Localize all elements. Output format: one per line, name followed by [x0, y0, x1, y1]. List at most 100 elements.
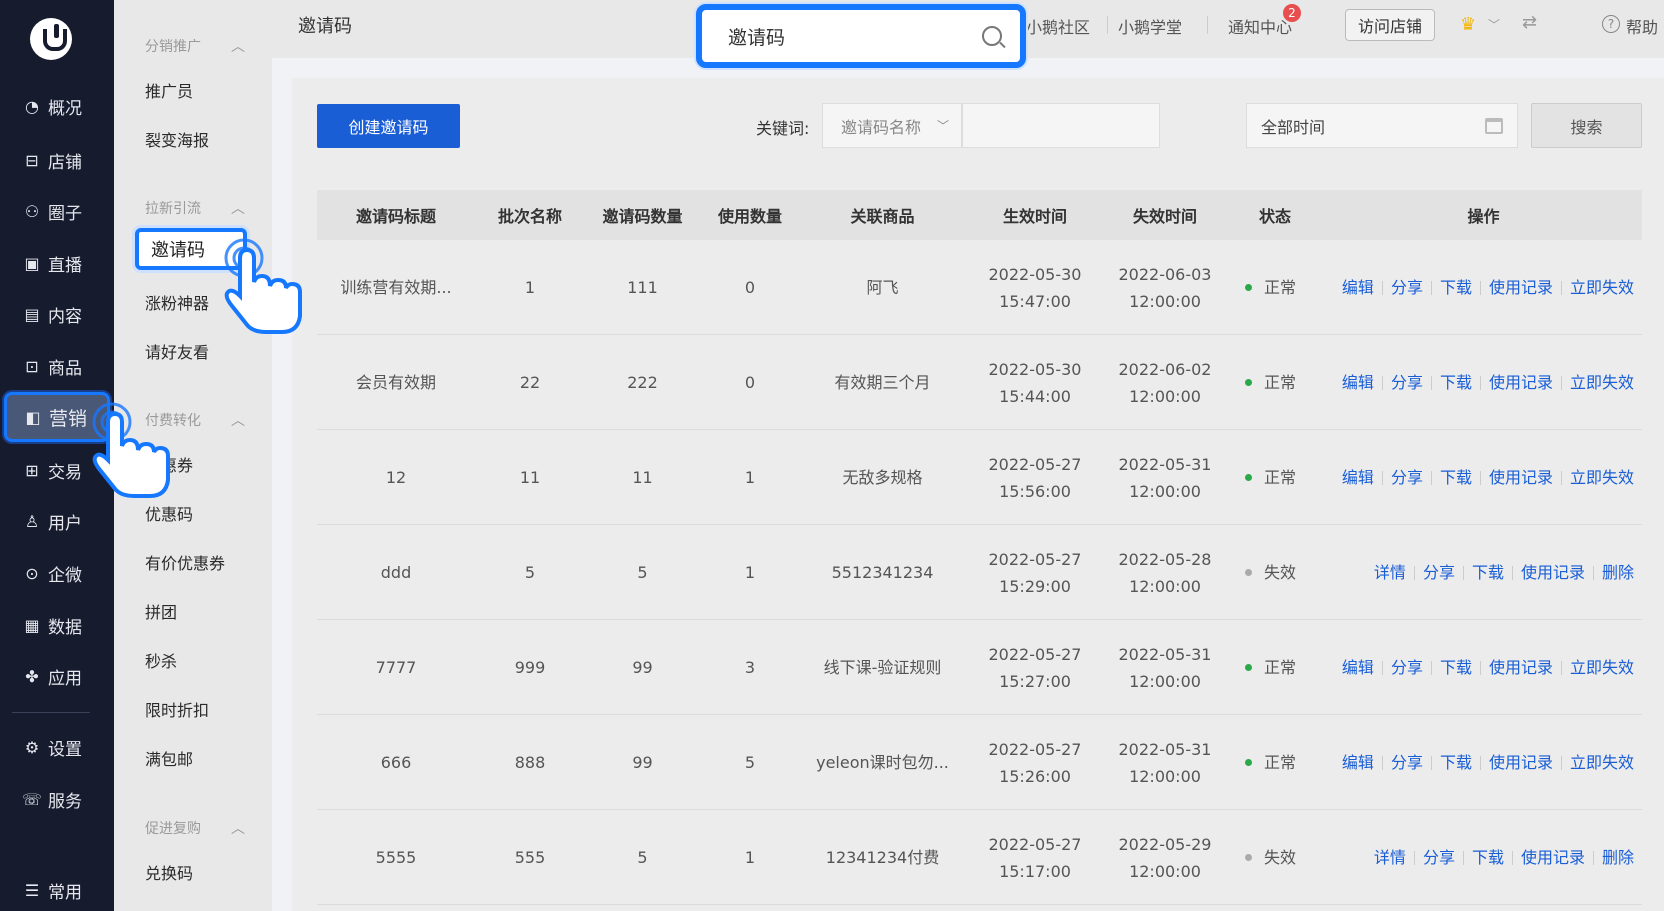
create-invite-code-button[interactable]: 创建邀请码 [317, 104, 460, 148]
row-action-link[interactable]: 编辑 [1342, 274, 1374, 301]
nav-item-store[interactable]: ⊟ 店铺 [0, 140, 114, 180]
row-action-link[interactable]: 使用记录 [1489, 464, 1553, 491]
row-action-link[interactable]: 立即失效 [1570, 464, 1634, 491]
nav-item-wecom[interactable]: ⊙ 企微 [0, 553, 114, 593]
row-action-link[interactable]: 删除 [1602, 559, 1634, 586]
subnav-item-promoter[interactable]: 推广员 [145, 78, 193, 102]
nav-item-overview[interactable]: ◔ 概况 [0, 86, 114, 126]
row-action-link[interactable]: 使用记录 [1489, 274, 1553, 301]
row-action-link[interactable]: 编辑 [1342, 654, 1374, 681]
search-icon[interactable] [982, 26, 1002, 46]
row-action-link[interactable]: 下载 [1440, 274, 1472, 301]
row-action-link[interactable]: 下载 [1472, 844, 1504, 871]
subnav-item-poster[interactable]: 裂变海报 [145, 127, 209, 151]
row-action-link[interactable]: 下载 [1440, 464, 1472, 491]
row-action-link[interactable]: 分享 [1391, 369, 1423, 396]
help-icon[interactable]: ? [1602, 15, 1620, 33]
row-action-link[interactable]: 下载 [1440, 369, 1472, 396]
search-button[interactable]: 搜索 [1531, 103, 1642, 148]
subnav-item-free-shipping[interactable]: 满包邮 [145, 746, 193, 770]
row-action-link[interactable]: 编辑 [1342, 749, 1374, 776]
nav-item-live[interactable]: ▣ 直播 [0, 243, 114, 283]
op-divider [1560, 280, 1562, 295]
nav-item-product[interactable]: ⊡ 商品 [0, 346, 114, 386]
end-clock: 12:00:00 [1129, 861, 1201, 881]
subnav-group-repurchase[interactable]: 促进复购 ︿ [145, 818, 245, 838]
nav-item-service[interactable]: ☏ 服务 [0, 779, 114, 819]
cell-end-time: 2022-05-28 12:00:00 [1105, 525, 1225, 620]
row-action-link[interactable]: 分享 [1391, 274, 1423, 301]
hand-pointer-icon [92, 402, 170, 498]
notification-badge: 2 [1283, 4, 1301, 22]
start-date: 2022-05-30 [988, 264, 1082, 284]
link-community[interactable]: 小鹅社区 [1026, 14, 1090, 38]
status-dot [1245, 284, 1252, 291]
end-date: 2022-05-31 [1118, 739, 1212, 759]
column-header: 批次名称 [497, 207, 562, 226]
row-action-link[interactable]: 使用记录 [1489, 654, 1553, 681]
nav-item-label: 概况 [48, 98, 82, 119]
row-action-link[interactable]: 使用记录 [1521, 844, 1585, 871]
global-search[interactable] [696, 4, 1026, 68]
subnav-item-group-buy[interactable]: 拼团 [145, 599, 177, 623]
cell-status: 正常 [1245, 430, 1325, 525]
nav-item-content[interactable]: ▤ 内容 [0, 294, 114, 334]
row-action-link[interactable]: 详情 [1374, 844, 1406, 871]
row-action-link[interactable]: 分享 [1423, 559, 1455, 586]
op-divider [1381, 755, 1383, 770]
nav-item-common[interactable]: ☰ 常用 [0, 870, 114, 910]
brand-logo[interactable] [30, 18, 72, 60]
row-action-link[interactable]: 分享 [1423, 844, 1455, 871]
row-action-link[interactable]: 删除 [1602, 844, 1634, 871]
row-action-link[interactable]: 下载 [1472, 559, 1504, 586]
nav-item-data[interactable]: ▦ 数据 [0, 605, 114, 645]
row-action-link[interactable]: 编辑 [1342, 464, 1374, 491]
nav-item-apps[interactable]: ✤ 应用 [0, 656, 114, 696]
row-action-link[interactable]: 下载 [1440, 654, 1472, 681]
nav-item-settings[interactable]: ⚙ 设置 [0, 727, 114, 767]
op-divider [1479, 755, 1481, 770]
link-academy[interactable]: 小鹅学堂 [1118, 14, 1182, 38]
nav-item-user[interactable]: ♙ 用户 [0, 501, 114, 541]
row-action-link[interactable]: 使用记录 [1489, 749, 1553, 776]
subnav-item-discount[interactable]: 限时折扣 [145, 697, 209, 721]
row-action-link[interactable]: 使用记录 [1489, 369, 1553, 396]
visit-store-button[interactable]: 访问店铺 [1345, 9, 1435, 41]
link-notifications[interactable]: 通知中心 [1228, 14, 1292, 38]
status-dot [1245, 569, 1252, 576]
subnav-group-distribution[interactable]: 分销推广 ︿ [145, 36, 245, 56]
subnav-item-fans-tool[interactable]: 涨粉神器 [145, 290, 209, 314]
row-action-link[interactable]: 分享 [1391, 654, 1423, 681]
row-action-link[interactable]: 分享 [1391, 749, 1423, 776]
subnav-item-flash-sale[interactable]: 秒杀 [145, 648, 177, 672]
row-action-link[interactable]: 立即失效 [1570, 749, 1634, 776]
cell-start-time: 2022-05-27 15:17:00 [965, 810, 1105, 905]
row-action-link[interactable]: 使用记录 [1521, 559, 1585, 586]
row-action-link[interactable]: 立即失效 [1570, 369, 1634, 396]
row-action-link[interactable]: 立即失效 [1570, 654, 1634, 681]
row-action-link[interactable]: 下载 [1440, 749, 1472, 776]
row-action-link[interactable]: 详情 [1374, 559, 1406, 586]
help-link[interactable]: 帮助 [1626, 14, 1658, 38]
subnav-item-paid-coupon[interactable]: 有价优惠券 [145, 550, 225, 574]
chevron-down-icon: ﹀ [936, 119, 949, 133]
subnav-item-redeem-code[interactable]: 兑换码 [145, 860, 193, 884]
crown-icon[interactable]: ♛ [1460, 14, 1476, 35]
nav-item-circle[interactable]: ⚇ 圈子 [0, 191, 114, 231]
search-input[interactable] [728, 25, 982, 47]
chevron-up-icon: ︿ [231, 413, 245, 429]
subnav-item-invite-friend[interactable]: 请好友看 [145, 339, 209, 363]
row-action-link[interactable]: 立即失效 [1570, 274, 1634, 301]
keyword-input[interactable] [962, 103, 1160, 148]
cell-product: 无敌多规格 [842, 468, 923, 487]
time-range-select[interactable]: 全部时间 [1246, 103, 1518, 148]
row-action-link[interactable]: 分享 [1391, 464, 1423, 491]
store-icon: ⊟ [25, 150, 39, 170]
chevron-down-icon[interactable]: ﹀ [1488, 16, 1500, 33]
row-action-link[interactable]: 编辑 [1342, 369, 1374, 396]
subnav-group-acquisition[interactable]: 拉新引流 ︿ [145, 198, 245, 218]
op-divider [1479, 280, 1481, 295]
keyword-type-select[interactable]: 邀请码名称 ﹀ [822, 103, 962, 148]
switch-icon[interactable]: ⇄ [1522, 12, 1537, 33]
subnav-item-coupon-code[interactable]: 优惠码 [145, 501, 193, 525]
